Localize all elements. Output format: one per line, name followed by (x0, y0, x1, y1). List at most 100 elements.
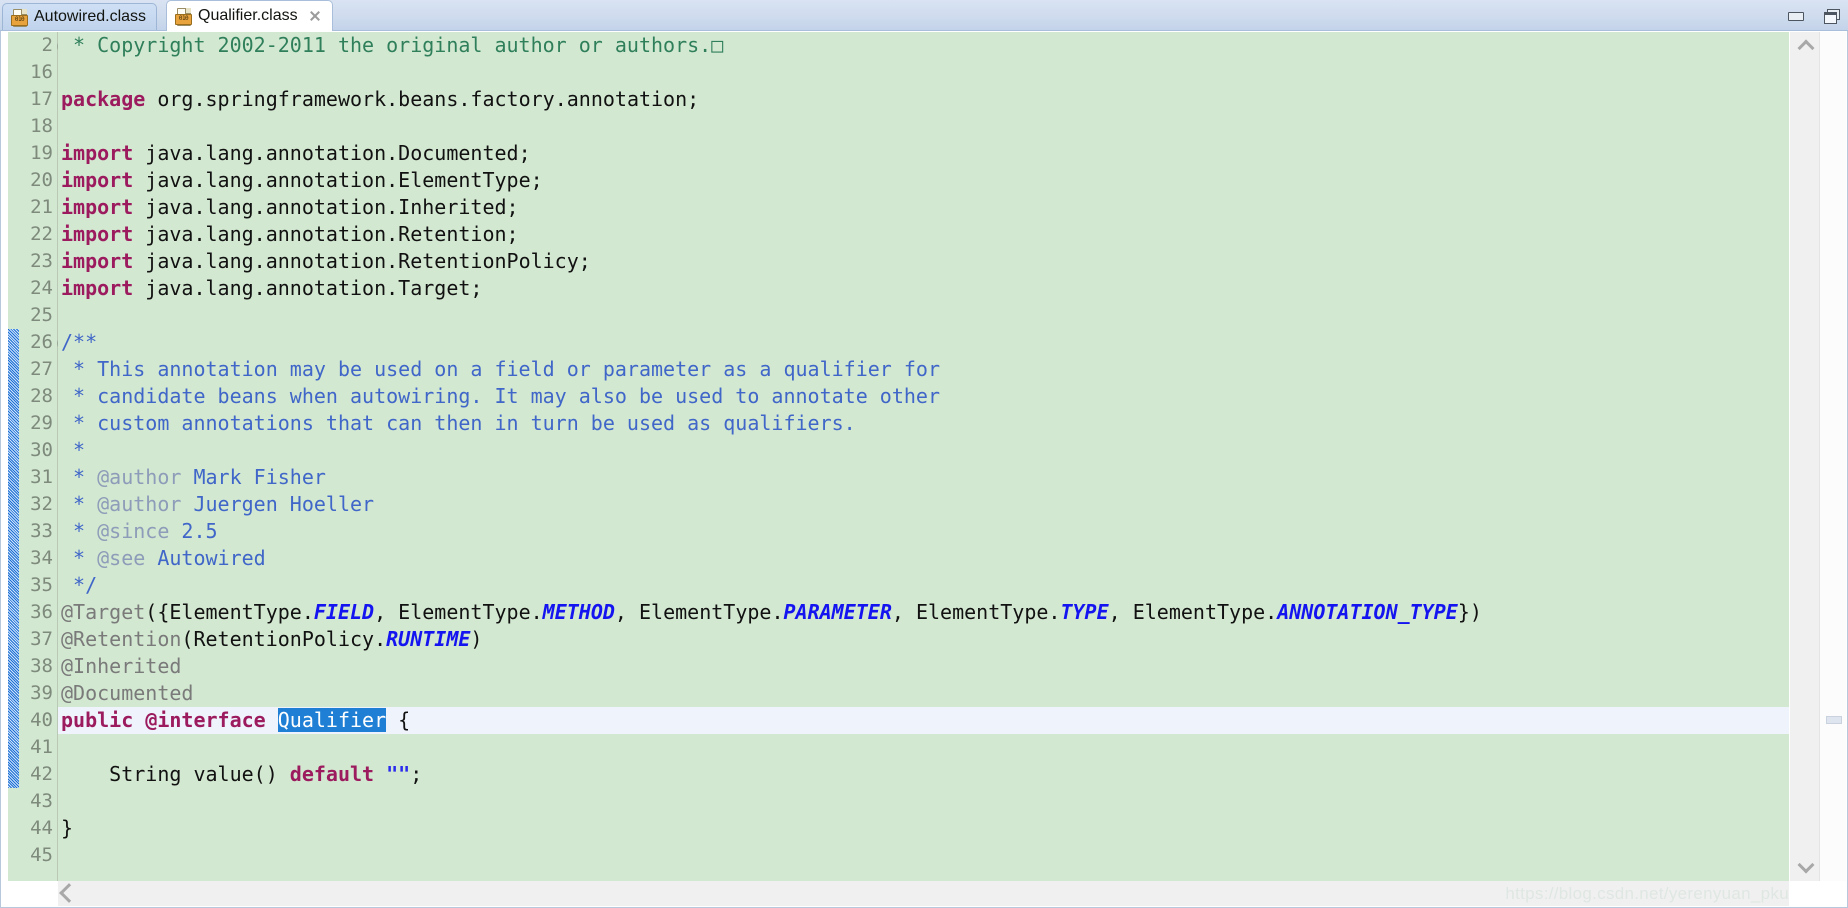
line-number: 27 (30, 358, 53, 380)
code-line[interactable]: import java.lang.annotation.Inherited; (58, 194, 1789, 221)
folding-column[interactable] (8, 32, 19, 881)
code-line[interactable]: * This annotation may be used on a field… (58, 356, 1789, 383)
tab-qualifier-class[interactable]: 010 Qualifier.class (166, 0, 333, 31)
code-token: @Documented (61, 681, 194, 705)
code-line[interactable] (58, 788, 1789, 815)
code-token: RUNTIME (386, 627, 471, 651)
code-token: @Target (61, 600, 146, 624)
code-line[interactable] (58, 842, 1789, 869)
close-icon[interactable] (308, 9, 322, 23)
code-token: * custom annotations that can then in tu… (61, 411, 856, 435)
code-token: String value() (61, 762, 290, 786)
code-token: * (61, 438, 86, 462)
selected-token: Qualifier (277, 708, 387, 732)
code-token: } (61, 816, 74, 840)
overview-marker[interactable] (1826, 716, 1842, 724)
chevron-left-icon[interactable] (59, 883, 79, 903)
code-token: public (61, 708, 134, 732)
code-line[interactable]: @Retention(RetentionPolicy.RUNTIME) (58, 626, 1789, 653)
line-number: 20 (30, 169, 53, 191)
code-token: @Retention (61, 627, 182, 651)
code-token: ({ElementType. (145, 600, 314, 624)
code-line[interactable]: @Target({ElementType.FIELD, ElementType.… (58, 599, 1789, 626)
code-line[interactable]: * @author Mark Fisher (58, 464, 1789, 491)
code-token: Juergen Hoeller (181, 492, 375, 516)
code-line[interactable]: String value() default ""; (58, 761, 1789, 788)
code-line[interactable]: * candidate beans when autowiring. It ma… (58, 383, 1789, 410)
code-line[interactable] (58, 734, 1789, 761)
code-token: ; (410, 762, 423, 786)
code-token: * Copyright 2002-2011 the original autho… (61, 33, 712, 57)
line-number: 16 (30, 61, 53, 83)
line-number: 19 (30, 142, 53, 164)
code-line[interactable]: * custom annotations that can then in tu… (58, 410, 1789, 437)
line-number: 42 (30, 763, 53, 785)
code-line[interactable]: import java.lang.annotation.RetentionPol… (58, 248, 1789, 275)
code-line[interactable]: import java.lang.annotation.Retention; (58, 221, 1789, 248)
code-token: @author (97, 492, 182, 516)
code-token: "" (386, 762, 411, 786)
line-number: 18 (30, 115, 53, 137)
line-number: 41 (30, 736, 53, 758)
code-token: * (61, 492, 98, 516)
code-line[interactable]: package org.springframework.beans.factor… (58, 86, 1789, 113)
code-line[interactable]: import java.lang.annotation.Target; (58, 275, 1789, 302)
window-restore-icon[interactable] (1822, 7, 1840, 25)
code-line[interactable] (58, 113, 1789, 140)
line-number: 23 (30, 250, 53, 272)
overview-ruler[interactable] (1819, 32, 1846, 881)
code-line[interactable]: * @author Juergen Hoeller (58, 491, 1789, 518)
code-token: @Inherited (61, 654, 182, 678)
code-line[interactable]: * @see Autowired (58, 545, 1789, 572)
code-line[interactable]: @Inherited (58, 653, 1789, 680)
code-token: import (61, 249, 134, 273)
code-token: import (61, 195, 134, 219)
chevron-up-icon[interactable] (1790, 34, 1820, 57)
tab-label: Qualifier.class (198, 7, 298, 24)
code-line[interactable]: /** (58, 329, 1789, 356)
line-number: 33 (30, 520, 53, 542)
editor-tab-bar: 010 Autowired.class 010 Qualifier.class (0, 0, 1848, 31)
code-line[interactable]: @Documented (58, 680, 1789, 707)
line-number-gutter: 2 16 17 18 19 20 21 22 23 24 25 26 27 28 29 30 31 32 33 34 3… (19, 32, 70, 881)
line-number: 43 (30, 790, 53, 812)
code-token: , ElementType. (374, 600, 543, 624)
code-token: Mark Fisher (181, 465, 326, 489)
code-token: import (61, 141, 134, 165)
window-minimize-icon[interactable] (1786, 7, 1804, 25)
code-area[interactable]: * Copyright 2002-2011 the original autho… (58, 32, 1789, 881)
code-token: /** (61, 330, 98, 354)
editor-window: 010 Autowired.class 010 Qualifier.class … (0, 0, 1848, 908)
code-line[interactable]: import java.lang.annotation.ElementType; (58, 167, 1789, 194)
code-line[interactable]: * (58, 437, 1789, 464)
code-token: java.lang.annotation.Documented; (133, 141, 531, 165)
line-number: 24 (30, 277, 53, 299)
line-number: 2 (19, 32, 70, 59)
line-number: 29 (30, 412, 53, 434)
code-line[interactable]: * Copyright 2002-2011 the original autho… (58, 32, 1789, 59)
code-line[interactable]: public @interface Qualifier { (58, 707, 1789, 734)
code-line[interactable]: } (58, 815, 1789, 842)
code-token: □ (711, 33, 724, 57)
code-token: java.lang.annotation.Retention; (133, 222, 519, 246)
code-line[interactable]: */ (58, 572, 1789, 599)
code-line[interactable]: import java.lang.annotation.Documented; (58, 140, 1789, 167)
code-token: 2.5 (169, 519, 218, 543)
chevron-down-icon[interactable] (1790, 856, 1820, 879)
code-line[interactable] (58, 302, 1789, 329)
line-number: 25 (30, 304, 53, 326)
code-token: ) (470, 627, 483, 651)
code-line[interactable] (58, 59, 1789, 86)
line-number: 40 (30, 709, 53, 731)
horizontal-scrollbar[interactable] (58, 881, 1789, 906)
code-token: */ (61, 573, 98, 597)
vertical-scrollbar[interactable] (1790, 32, 1820, 881)
code-line[interactable]: * @since 2.5 (58, 518, 1789, 545)
class-file-icon: 010 (11, 8, 28, 27)
tab-autowired-class[interactable]: 010 Autowired.class (2, 3, 158, 30)
line-number: 30 (30, 439, 53, 461)
code-token: * (61, 519, 98, 543)
code-token: java.lang.annotation.ElementType; (133, 168, 543, 192)
